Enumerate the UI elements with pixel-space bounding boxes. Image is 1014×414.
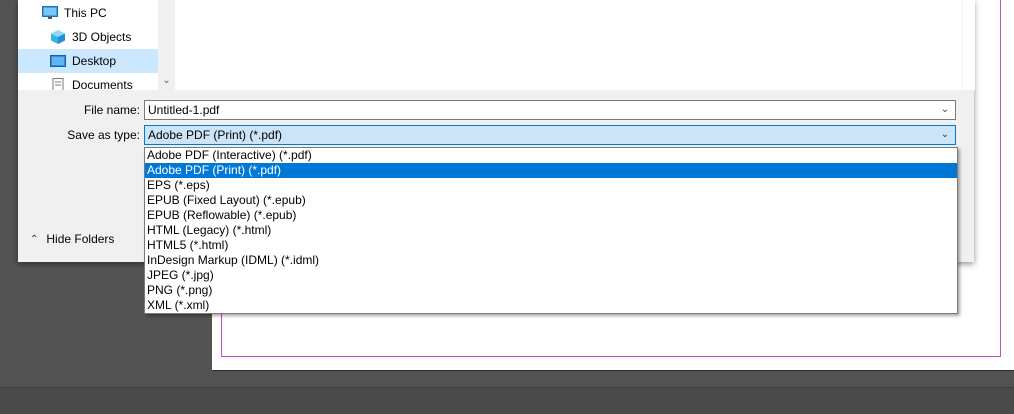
status-bar — [0, 387, 1014, 414]
dropdown-option-selected[interactable]: Adobe PDF (Print) (*.pdf) — [145, 163, 957, 178]
file-list-scrollbar[interactable] — [962, 0, 975, 90]
dropdown-option[interactable]: EPUB (Reflowable) (*.epub) — [145, 208, 957, 223]
save-type-value: Adobe PDF (Print) (*.pdf) — [148, 128, 283, 142]
navigation-pane: This PC 3D Objects Desktop Documents ⌄ — [18, 0, 177, 90]
nav-item-label: Documents — [72, 78, 133, 90]
nav-item-documents[interactable]: Documents — [18, 73, 158, 90]
dropdown-option[interactable]: XML (*.xml) — [145, 298, 957, 313]
dropdown-option[interactable]: JPEG (*.jpg) — [145, 268, 957, 283]
save-type-dropdown-list: Adobe PDF (Interactive) (*.pdf) Adobe PD… — [144, 147, 958, 314]
nav-item-this-pc[interactable]: This PC — [18, 1, 158, 25]
hide-folders-button[interactable]: ⌃ Hide Folders — [30, 231, 114, 247]
file-name-label: File name: — [83, 103, 140, 117]
chevron-down-icon[interactable]: ⌄ — [939, 126, 951, 144]
desktop-icon — [50, 54, 66, 68]
hide-folders-label: Hide Folders — [46, 232, 115, 246]
file-list[interactable] — [176, 0, 962, 90]
dropdown-option[interactable]: Adobe PDF (Interactive) (*.pdf) — [145, 148, 957, 163]
chevron-down-icon[interactable]: ⌄ — [158, 74, 175, 88]
document-icon — [50, 78, 66, 90]
nav-item-label: This PC — [64, 6, 107, 20]
dropdown-option[interactable]: EPS (*.eps) — [145, 178, 957, 193]
dropdown-option[interactable]: HTML (Legacy) (*.html) — [145, 223, 957, 238]
nav-item-label: 3D Objects — [72, 30, 132, 44]
nav-scrollbar[interactable]: ⌄ — [158, 0, 175, 90]
save-type-select[interactable]: Adobe PDF (Print) (*.pdf) ⌄ — [144, 125, 956, 145]
nav-item-desktop[interactable]: Desktop — [18, 49, 158, 73]
computer-icon — [42, 6, 58, 20]
nav-item-3d-objects[interactable]: 3D Objects — [18, 25, 158, 49]
file-name-value: Untitled-1.pdf — [148, 103, 220, 117]
dropdown-option[interactable]: PNG (*.png) — [145, 283, 957, 298]
save-type-label: Save as type: — [67, 128, 140, 142]
cube-icon — [50, 30, 66, 44]
dropdown-option[interactable]: HTML5 (*.html) — [145, 238, 957, 253]
file-name-field[interactable]: Untitled-1.pdf ⌄ — [144, 100, 956, 120]
dropdown-option[interactable]: EPUB (Fixed Layout) (*.epub) — [145, 193, 957, 208]
chevron-down-icon[interactable]: ⌄ — [939, 101, 951, 119]
chevron-up-icon: ⌃ — [30, 233, 39, 245]
nav-item-label: Desktop — [72, 54, 117, 68]
dropdown-option[interactable]: InDesign Markup (IDML) (*.idml) — [145, 253, 957, 268]
